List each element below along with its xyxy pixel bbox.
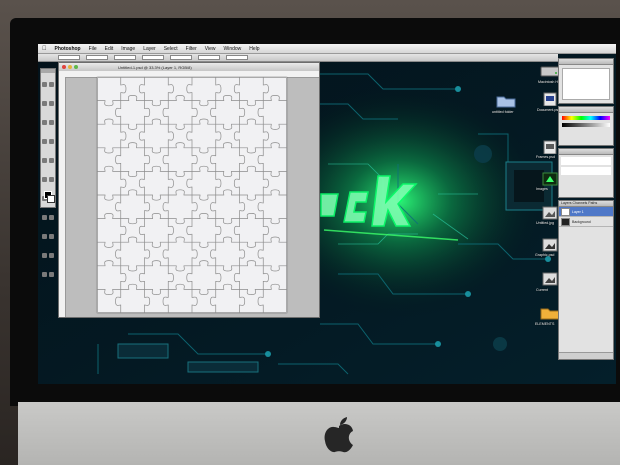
photoshop-file-icon[interactable] [540,92,560,106]
move-tool-icon[interactable] [42,82,47,87]
tools-palette-header[interactable] [41,69,55,73]
color-ramp[interactable] [562,116,610,120]
desktop-icon-label: Document.psd [537,108,561,112]
desktop-icon-label: Frames.psd [536,155,555,159]
option-field[interactable] [198,55,220,60]
eraser-tool-icon[interactable] [42,177,47,182]
apple-menu-icon[interactable]:  [42,46,47,52]
close-window-icon[interactable] [62,65,66,69]
monitor-chin [18,402,620,465]
tools-palette [40,68,56,277]
screen:  Photoshop File Edit Image Layer Select… [38,44,616,384]
healing-tool-icon[interactable] [42,139,47,144]
panel-header[interactable] [559,59,613,65]
magic-wand-tool-icon[interactable] [49,101,54,106]
menu-help[interactable]: Help [249,46,259,52]
navigator-preview[interactable] [562,68,610,100]
image-file-icon[interactable] [540,272,560,286]
layer-row[interactable]: Layer 1 [559,207,613,217]
pen-tool-icon[interactable] [42,215,47,220]
lasso-tool-icon[interactable] [42,101,47,106]
history-brush-tool-icon[interactable] [49,158,54,163]
background-color-swatch[interactable] [47,195,55,203]
tab-channels[interactable]: Channels [573,201,588,205]
color-panel [558,106,614,146]
folder-icon[interactable] [540,306,560,320]
jigsaw-puzzle-grid [97,77,287,313]
eyedropper-tool-icon[interactable] [49,253,54,258]
apple-logo-icon [324,417,353,453]
layer-thumbnail [561,217,570,226]
panel-header[interactable] [559,149,613,155]
photoshop-file-icon[interactable] [540,140,560,154]
menu-filter[interactable]: Filter [186,46,197,52]
hard-drive-icon[interactable] [540,64,560,78]
image-file-icon[interactable] [540,172,560,186]
hand-tool-icon[interactable] [42,272,47,277]
marquee-tool-icon[interactable] [49,82,54,87]
zoom-window-icon[interactable] [74,65,78,69]
option-field[interactable] [86,55,108,60]
history-state[interactable] [561,167,611,175]
option-field[interactable] [226,55,248,60]
menu-file[interactable]: File [89,46,97,52]
tab-paths[interactable]: Paths [588,201,597,205]
option-field[interactable] [142,55,164,60]
puzzle-cut-lines [97,77,287,313]
option-field[interactable] [170,55,192,60]
menu-layer[interactable]: Layer [143,46,156,52]
menu-edit[interactable]: Edit [105,46,114,52]
tab-layers[interactable]: Layers [561,201,572,205]
crop-tool-icon[interactable] [42,120,47,125]
folder-icon[interactable] [496,94,516,108]
layers-panel: Layers Channels Paths Layer 1 Background [558,200,614,360]
layer-thumbnail [561,207,570,216]
path-select-tool-icon[interactable] [42,234,47,239]
menu-view[interactable]: View [205,46,216,52]
desktop-icon-label: untitled folder [492,110,514,114]
document-title: Untitled-1.psd @ 33.3% (Layer 1, RGB/8) [118,64,192,70]
layer-name: Background [572,219,591,224]
slice-tool-icon[interactable] [49,120,54,125]
stamp-tool-icon[interactable] [42,158,47,163]
option-field[interactable] [58,55,80,60]
history-panel [558,148,614,198]
desktop-icon-label: ELEMENTS [535,322,555,326]
image-file-icon[interactable] [540,206,560,220]
brush-tool-icon[interactable] [49,139,54,144]
desktop-icon-label: Current [536,288,548,292]
layer-name: Layer 1 [572,209,584,214]
document-canvas[interactable] [97,77,287,313]
option-field[interactable] [114,55,136,60]
gradient-tool-icon[interactable] [49,177,54,182]
menu-window[interactable]: Window [224,46,242,52]
history-state[interactable] [561,157,611,165]
options-bar [38,54,558,62]
menu-bar:  Photoshop File Edit Image Layer Select… [38,44,616,54]
minimize-window-icon[interactable] [68,65,72,69]
ruler-vertical[interactable] [59,77,66,317]
desktop-icon-label: Untitled.jpg [536,221,554,225]
desktop-icon-label: Graphic.psd [535,253,555,257]
menu-app-name[interactable]: Photoshop [55,46,81,52]
panel-header[interactable] [559,107,613,113]
document-window: Untitled-1.psd @ 33.3% (Layer 1, RGB/8) [58,62,320,318]
menu-image[interactable]: Image [121,46,135,52]
layer-row[interactable]: Background [559,217,613,227]
color-slider[interactable] [562,123,610,127]
zoom-tool-icon[interactable] [49,272,54,277]
type-tool-icon[interactable] [49,215,54,220]
photoshop-file-icon[interactable] [540,238,560,252]
shape-tool-icon[interactable] [49,234,54,239]
notes-tool-icon[interactable] [42,253,47,258]
layers-panel-footer[interactable] [559,352,613,359]
navigator-panel [558,58,614,104]
desktop-icon-label: Images [536,187,548,191]
menu-select[interactable]: Select [164,46,178,52]
